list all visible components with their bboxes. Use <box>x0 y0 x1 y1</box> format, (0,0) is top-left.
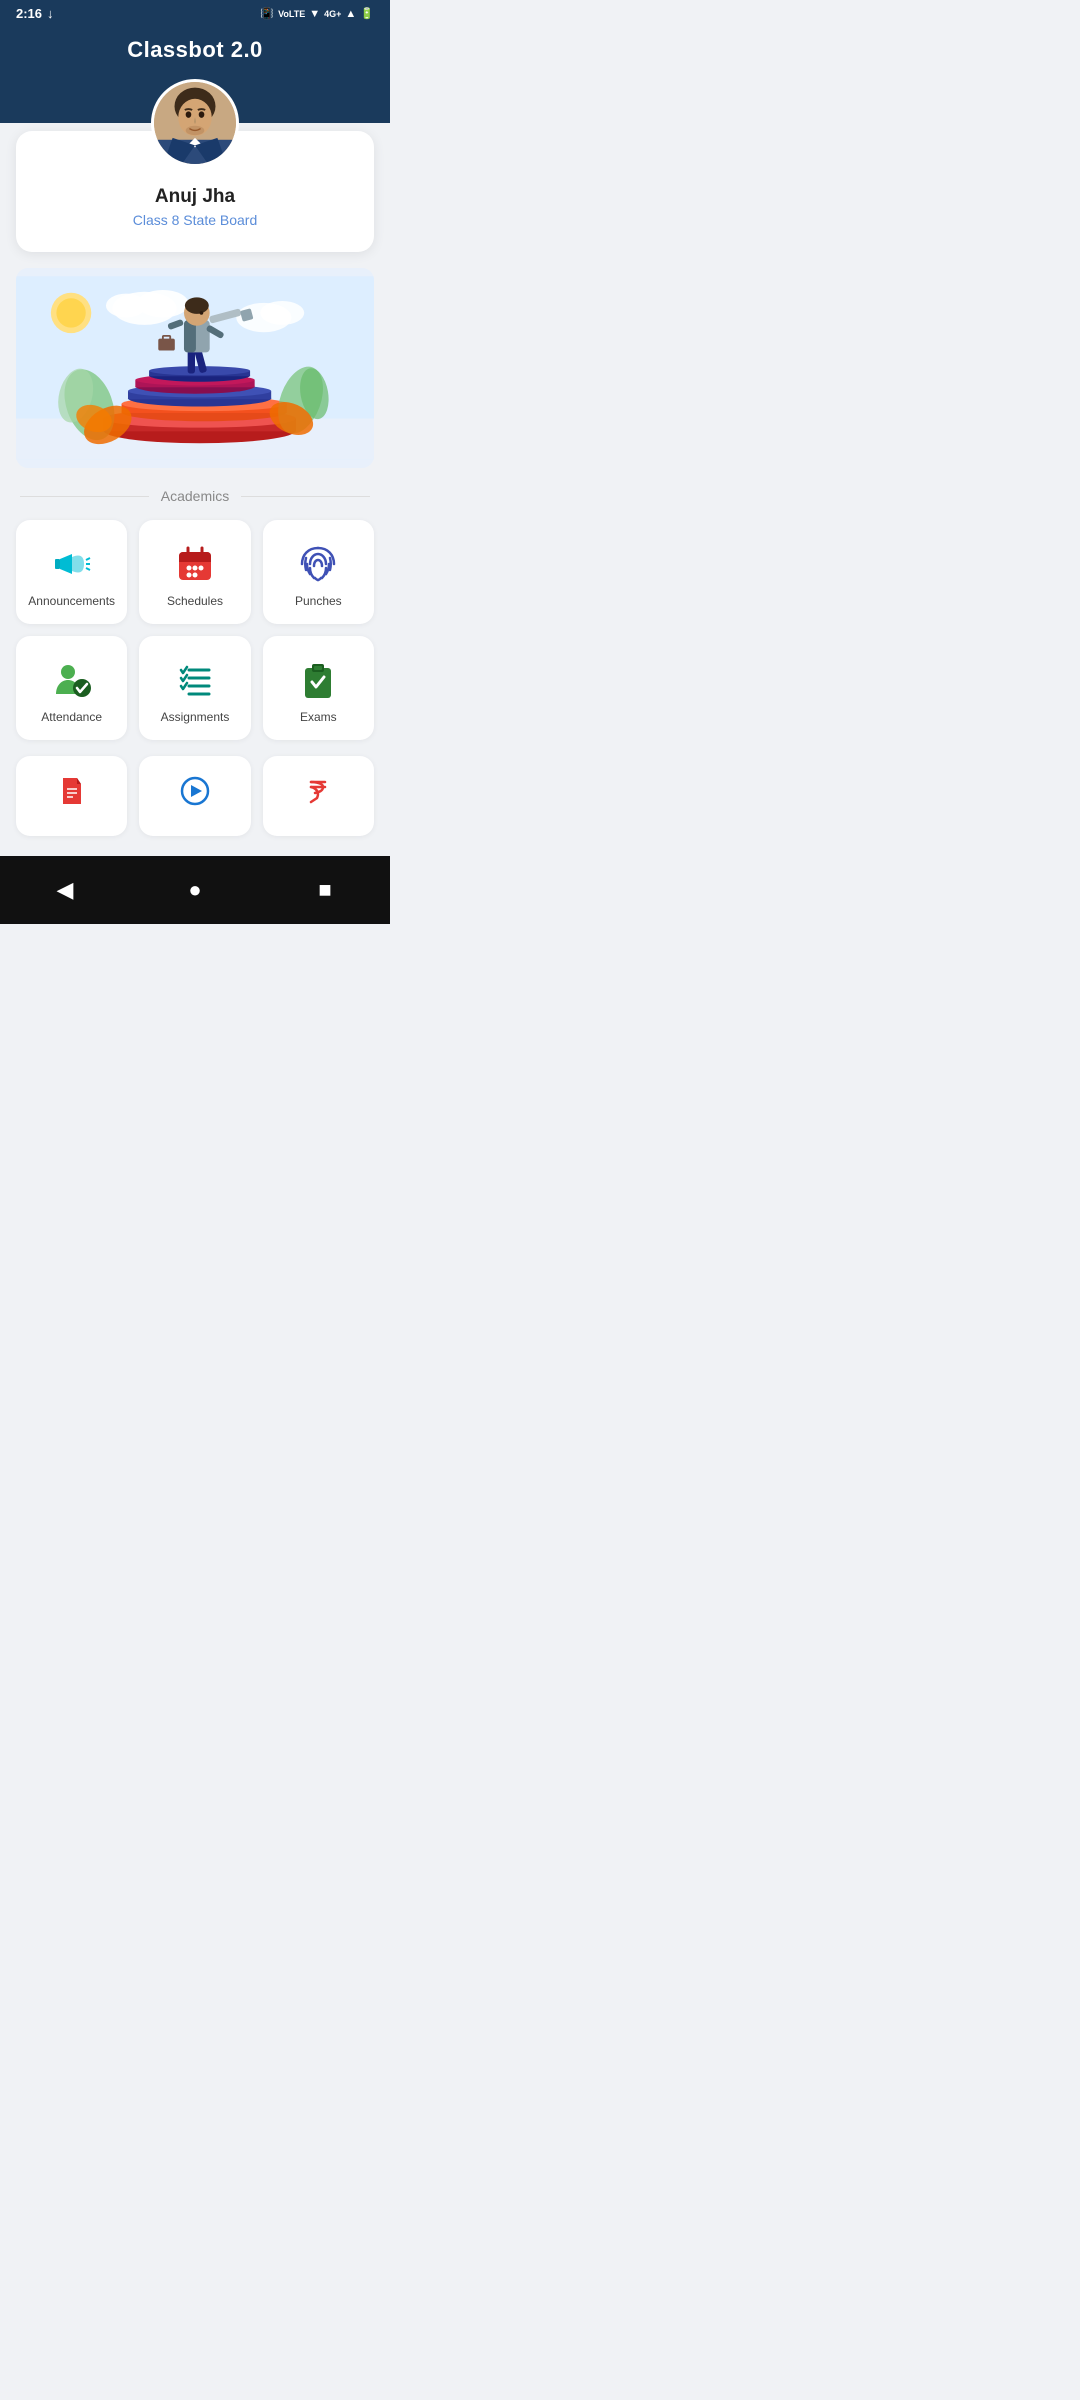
attendance-item[interactable]: Attendance <box>16 636 127 740</box>
signal-icon: ▲ <box>345 8 356 20</box>
battery-icon: 🔋 <box>360 7 374 20</box>
profile-class: Class 8 State Board <box>36 212 354 228</box>
videos-item[interactable] <box>139 756 250 836</box>
announcements-item[interactable]: Announcements <box>16 520 127 624</box>
exams-item[interactable]: Exams <box>263 636 374 740</box>
assignments-label: Assignments <box>161 710 230 724</box>
app-title: Classbot 2.0 <box>0 37 390 63</box>
announcements-label: Announcements <box>28 594 115 608</box>
clipboard-check-icon <box>298 660 338 700</box>
download-icon: ↓ <box>47 6 54 21</box>
vibrate-icon: 📳 <box>260 7 274 20</box>
document-icon <box>57 776 87 806</box>
rupee-icon <box>303 776 333 806</box>
banner-container <box>16 268 374 468</box>
calendar-icon <box>175 544 215 584</box>
avatar <box>151 79 239 167</box>
megaphone-icon <box>52 544 92 584</box>
status-right: 📳 VoLTE ▼ 4G+ ▲ 🔋 <box>260 7 374 20</box>
notes-item[interactable] <box>16 756 127 836</box>
schedules-label: Schedules <box>167 594 223 608</box>
academics-text: Academics <box>161 488 229 504</box>
status-left: 2:16 ↓ <box>16 6 54 21</box>
profile-name: Anuj Jha <box>36 186 354 208</box>
volte-icon: VoLTE <box>278 9 305 19</box>
schedules-item[interactable]: Schedules <box>139 520 250 624</box>
bottom-nav: ◀ ● ■ <box>0 856 390 924</box>
status-bar: 2:16 ↓ 📳 VoLTE ▼ 4G+ ▲ 🔋 <box>0 0 390 27</box>
time: 2:16 <box>16 6 42 21</box>
play-icon <box>180 776 210 806</box>
fees-item[interactable] <box>263 756 374 836</box>
academics-grid: Announcements Schedules <box>0 504 390 756</box>
punches-item[interactable]: Punches <box>263 520 374 624</box>
header: Classbot 2.0 <box>0 27 390 123</box>
exams-label: Exams <box>300 710 337 724</box>
home-button[interactable]: ● <box>175 870 215 910</box>
back-button[interactable]: ◀ <box>45 870 85 910</box>
recent-button[interactable]: ■ <box>305 870 345 910</box>
list-check-icon <box>175 660 215 700</box>
network-icon: 4G+ <box>324 9 341 19</box>
person-check-icon <box>52 660 92 700</box>
academics-label: Academics <box>0 468 390 504</box>
partial-grid <box>0 756 390 848</box>
punches-label: Punches <box>295 594 342 608</box>
fingerprint-icon <box>298 544 338 584</box>
avatar-container <box>151 79 239 167</box>
assignments-item[interactable]: Assignments <box>139 636 250 740</box>
attendance-label: Attendance <box>41 710 102 724</box>
wifi-icon: ▼ <box>309 8 320 20</box>
